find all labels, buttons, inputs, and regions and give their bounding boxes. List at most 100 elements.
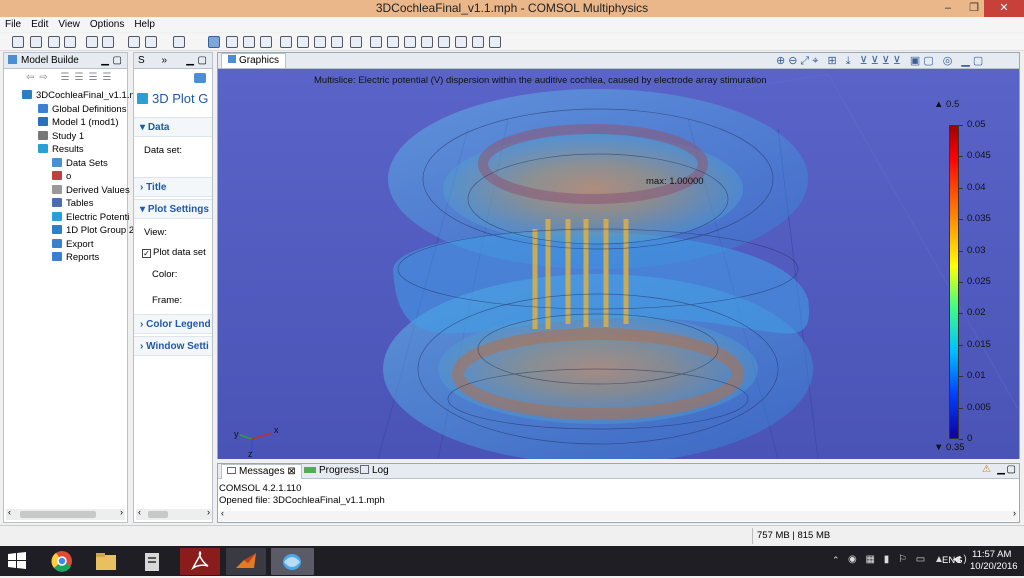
show-hidden-icons-icon[interactable]: ⌃ — [832, 555, 840, 566]
help-icon[interactable] — [128, 36, 140, 48]
maximize-panel-icon[interactable]: ▢ — [113, 53, 122, 69]
acrobat-app-icon[interactable] — [180, 548, 220, 575]
checkbox-checked-icon[interactable]: ✓ — [142, 249, 151, 258]
log-tab[interactable]: Log — [360, 464, 389, 478]
study-run-icon[interactable] — [387, 36, 399, 48]
scroll-right-icon[interactable]: › — [1013, 508, 1016, 518]
minimize-panel-icon[interactable]: ▁ — [997, 464, 1005, 475]
clear-icon[interactable]: ⚠ — [982, 464, 991, 475]
rotate-icon[interactable] — [350, 36, 362, 48]
more-tabs-icon[interactable]: » — [161, 55, 167, 66]
messages-icon — [227, 467, 236, 474]
print-icon[interactable] — [64, 36, 76, 48]
graphics-tab[interactable]: Graphics — [221, 53, 287, 68]
scroll-right-icon[interactable]: › — [207, 507, 210, 517]
parameters-icon[interactable] — [208, 36, 220, 48]
tree-item-global-definitions[interactable]: Global Definitions — [4, 103, 127, 117]
tree-item-data-sets[interactable]: Data Sets — [4, 157, 127, 171]
tree-item-tables[interactable]: Tables — [4, 197, 127, 211]
select-box-icon[interactable] — [297, 36, 309, 48]
derived-icon — [52, 171, 62, 180]
scroll-left-icon[interactable]: ‹ — [221, 508, 224, 518]
scroll-thumb[interactable] — [148, 511, 168, 518]
graphics-window: Graphics ⊕⊖⤢⌖ ⊞ ⤓ ⊻⊻⊻⊻ ▣▢ ◎ ▁▢ Multislic… — [217, 52, 1020, 459]
close-tab-icon[interactable]: ⊠ — [287, 466, 295, 477]
surface-plot-icon[interactable] — [438, 36, 450, 48]
section-title[interactable]: › Title — [134, 177, 212, 197]
tree-item-export[interactable]: Export — [4, 238, 127, 252]
maximize-button[interactable]: ❐ — [962, 0, 986, 17]
undo-icon[interactable] — [86, 36, 98, 48]
data-sets-icon — [52, 157, 62, 167]
matlab-app-icon[interactable] — [226, 548, 266, 575]
section-window-settings[interactable]: › Window Setti — [134, 336, 212, 356]
move-icon[interactable] — [331, 36, 343, 48]
tree-item-root[interactable]: 3DCochleaFinal_v1.1.m — [4, 89, 137, 103]
streamline-icon[interactable] — [472, 36, 484, 48]
scroll-left-icon[interactable]: ‹ — [8, 507, 11, 517]
language-indicator[interactable]: ENG — [942, 555, 963, 566]
maximize-panel-icon[interactable]: ▢ — [198, 53, 207, 69]
graphics-toolbar[interactable]: ⊕⊖⤢⌖ ⊞ ⤓ ⊻⊻⊻⊻ ▣▢ ◎ ▁▢ — [776, 54, 986, 68]
tree-item-model-1[interactable]: Model 1 (mod1) — [4, 116, 127, 130]
plot-data-set-checkbox[interactable]: ✓ Plot data set — [142, 247, 206, 258]
clipboard-app-icon[interactable] — [132, 548, 172, 575]
save-icon[interactable] — [48, 36, 60, 48]
section-plot-settings[interactable]: ▾ Plot Settings — [134, 199, 212, 219]
minimize-button[interactable]: – — [936, 0, 960, 17]
tree-label: Data Sets — [66, 157, 108, 169]
menu-edit[interactable]: Edit — [26, 17, 53, 32]
chrome-app-icon[interactable] — [42, 548, 82, 575]
tree-label: Electric Potenti — [66, 211, 130, 223]
horizontal-scrollbar[interactable]: ‹ › — [6, 507, 125, 520]
scroll-left-icon[interactable]: ‹ — [138, 507, 141, 517]
menu-view[interactable]: View — [53, 17, 85, 32]
section-color-legend[interactable]: › Color Legend — [134, 314, 212, 334]
point-icon[interactable] — [260, 36, 272, 48]
tree-item-study-1[interactable]: Study 1 — [4, 130, 127, 144]
line-icon[interactable] — [226, 36, 238, 48]
messages-tab[interactable]: Messages ⊠ — [221, 464, 302, 479]
messages-scrollbar[interactable]: ‹ › — [219, 508, 1018, 521]
export-toolbar-icon[interactable] — [489, 36, 501, 48]
component-icon[interactable] — [173, 36, 185, 48]
settings-tab[interactable]: S » ▁ ▢ — [134, 53, 212, 69]
section-data[interactable]: ▾ Data — [134, 117, 212, 137]
model-library-icon[interactable] — [145, 36, 157, 48]
model-builder-tab[interactable]: Model Builde ▁ ▢ — [4, 53, 127, 69]
comsol-app-icon[interactable] — [271, 548, 314, 575]
settings-scrollbar[interactable]: ‹ › — [136, 507, 212, 520]
scroll-right-icon[interactable]: › — [120, 507, 123, 517]
close-button[interactable]: ✕ — [984, 0, 1024, 17]
menu-help[interactable]: Help — [129, 17, 160, 32]
plot-group-icon[interactable] — [421, 36, 433, 48]
menu-options[interactable]: Options — [85, 17, 129, 32]
tree-item-results[interactable]: Results — [4, 143, 127, 157]
menu-file[interactable]: File — [0, 17, 26, 32]
zoom-select-icon[interactable] — [314, 36, 326, 48]
clock-date[interactable]: 10/20/2016 — [970, 561, 1018, 572]
tree-item-reports[interactable]: Reports — [4, 251, 127, 265]
new-icon[interactable] — [12, 36, 24, 48]
arrow-icon[interactable] — [243, 36, 255, 48]
select-icon[interactable] — [280, 36, 292, 48]
open-icon[interactable] — [30, 36, 42, 48]
progress-tab[interactable]: Progress — [304, 464, 359, 478]
file-explorer-app-icon[interactable] — [86, 548, 126, 575]
tree-item-1d-plot-group[interactable]: 1D Plot Group 2 — [4, 224, 134, 238]
results-plot-icon[interactable] — [404, 36, 416, 48]
maximize-panel-icon[interactable]: ▢ — [1007, 464, 1016, 475]
scroll-thumb[interactable] — [20, 511, 96, 518]
tree-item-derived-values[interactable]: Derived Values — [4, 184, 130, 198]
plot-icon[interactable] — [194, 73, 206, 83]
tree-item-electric-potential[interactable]: Electric Potenti — [4, 211, 130, 225]
mesh-icon[interactable] — [370, 36, 382, 48]
clock-time[interactable]: 11:57 AM — [972, 549, 1011, 560]
windows-start-icon[interactable] — [6, 550, 28, 572]
graphics-canvas[interactable]: Multislice: Electric potential (V) dispe… — [218, 69, 1019, 459]
minimize-panel-icon[interactable]: ▁ — [186, 53, 194, 69]
tree-item-o[interactable]: o — [4, 170, 127, 184]
redo-icon[interactable] — [102, 36, 114, 48]
slice-plot-icon[interactable] — [455, 36, 467, 48]
minimize-panel-icon[interactable]: ▁ — [101, 53, 109, 69]
